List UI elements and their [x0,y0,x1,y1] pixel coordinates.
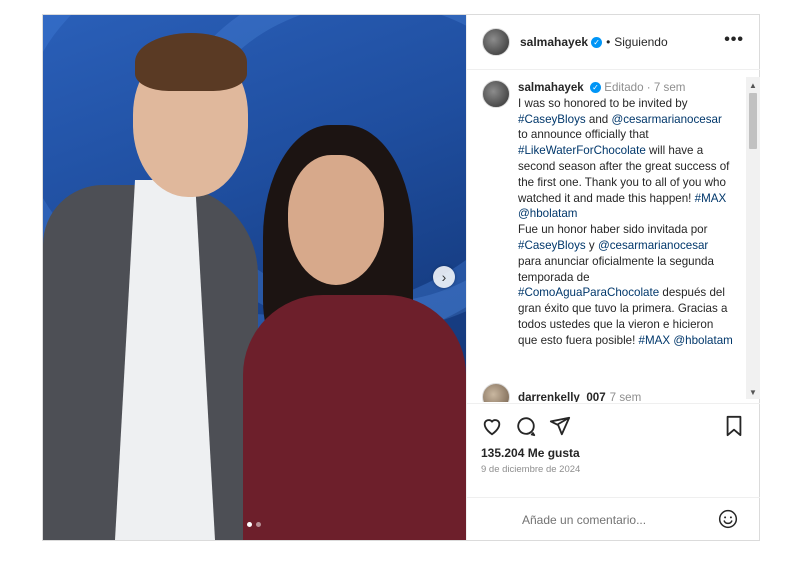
instagram-post: › salmahayek ✓ • Siguiendo ••• salmahaye… [42,14,760,541]
comment-time[interactable]: 7 sem [610,391,642,403]
photo-woman-face [288,155,384,285]
comments-section[interactable]: salmahayek ✓ Editado · 7 sem I was so ho… [467,70,760,402]
hashtag-link[interactable]: #LikeWaterForChocolate [518,144,646,157]
hashtag-link[interactable]: #ComoAguaParaChocolate [518,286,659,299]
avatar[interactable] [482,383,510,402]
post-header: salmahayek ✓ • Siguiendo ••• [467,15,760,70]
comment-username[interactable]: darrenkelly_007 [518,391,606,403]
mention-link[interactable]: @hbolatam [673,334,732,347]
action-icons [480,414,572,438]
bookmark-icon[interactable] [722,414,746,438]
hashtag-link[interactable]: #CaseyBloys [518,239,586,252]
caption-username[interactable]: salmahayek [518,81,584,94]
caption-body: salmahayek ✓ Editado · 7 sem I was so ho… [518,80,733,349]
chevron-right-icon: › [441,269,447,285]
caption-text: to announce officially that [518,128,649,142]
photo-man-hair [135,33,247,91]
header-username[interactable]: salmahayek [520,35,588,49]
mention-link[interactable]: @hbolatam [518,207,577,220]
comment-item: darrenkelly_007 7 sem [482,383,641,402]
heart-icon[interactable] [480,414,504,438]
mention-link[interactable]: @cesarmarianocesar [598,239,708,252]
post-actions: 135.204 Me gusta 9 de diciembre de 2024 [467,403,760,504]
carousel-dots [247,522,261,527]
verified-badge-icon: ✓ [591,36,603,48]
post-photo[interactable]: › [43,15,466,540]
verified-badge-icon: ✓ [589,82,601,94]
post-side-panel: salmahayek ✓ • Siguiendo ••• salmahayek … [466,15,760,540]
header-separator: • [606,35,611,49]
caption-text: I was so honored to be invited by [518,96,688,110]
carousel-next-button[interactable]: › [433,266,455,288]
post-date: 9 de diciembre de 2024 [481,464,581,475]
scrollbar-thumb[interactable] [749,93,757,149]
edited-label: Editado [604,81,644,94]
scroll-up-icon[interactable]: ▲ [749,81,757,90]
carousel-dot-active [247,522,252,527]
caption-text: para anunciar oficialmente la segunda te… [518,254,714,284]
likes-count[interactable]: 135.204 Me gusta [481,446,580,460]
photo-woman-dress [243,295,466,540]
hashtag-link[interactable]: #MAX [695,192,727,205]
carousel-dot [256,522,261,527]
comments-scrollbar[interactable]: ▲ ▼ [746,77,760,399]
avatar[interactable] [482,80,510,108]
mention-link[interactable]: @cesarmarianocesar [611,113,721,126]
emoji-icon[interactable] [718,509,738,529]
avatar[interactable] [482,28,510,56]
caption-text: Fue un honor haber sido invitada por [518,223,708,237]
more-options-icon[interactable]: ••• [724,31,744,49]
scroll-down-icon[interactable]: ▼ [749,388,757,397]
add-comment-bar [467,497,760,541]
comment-icon[interactable] [514,414,538,438]
caption: salmahayek ✓ Editado · 7 sem I was so ho… [482,80,742,349]
share-icon[interactable] [548,414,572,438]
caption-text: y [588,238,595,252]
comment-input[interactable] [520,511,704,528]
following-button[interactable]: Siguiendo [614,35,667,49]
caption-time[interactable]: 7 sem [654,81,686,94]
caption-text: and [588,112,609,126]
hashtag-link[interactable]: #MAX [639,334,671,347]
meta-dot: · [646,81,651,94]
hashtag-link[interactable]: #CaseyBloys [518,113,586,126]
